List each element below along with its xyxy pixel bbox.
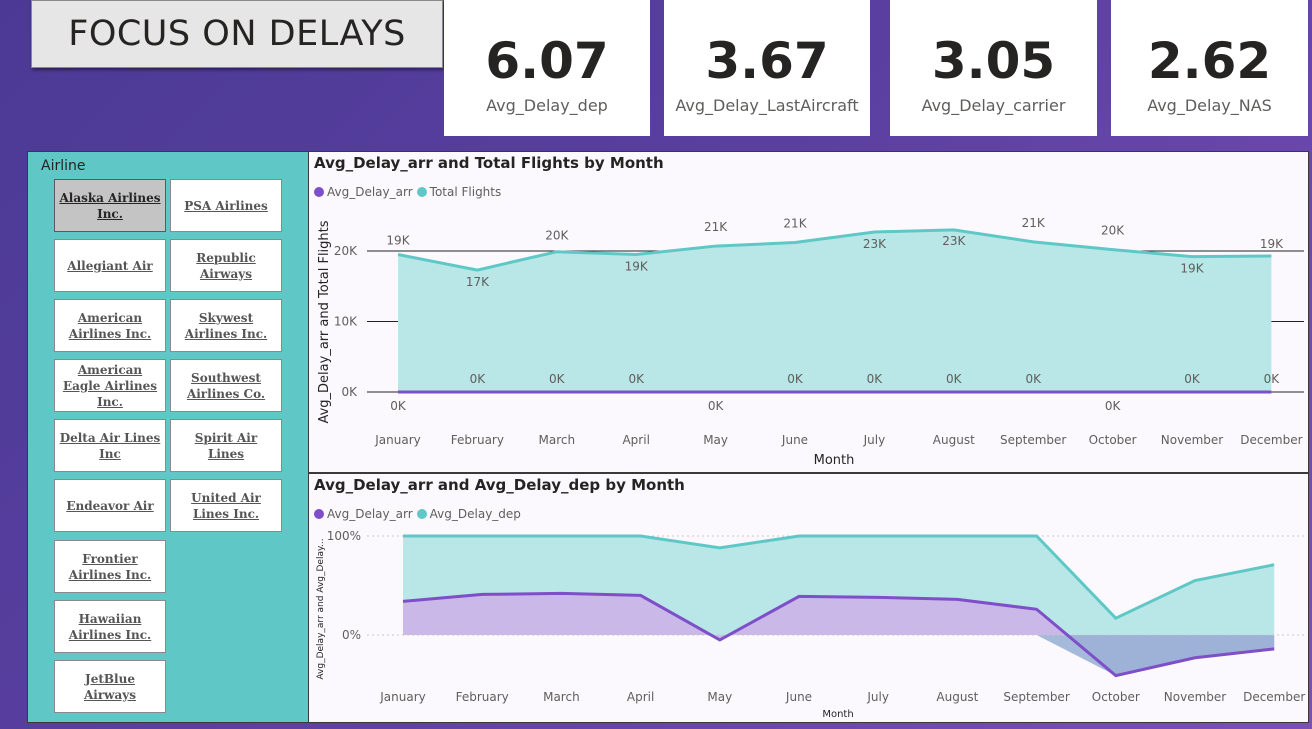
x-tick-label: June xyxy=(781,433,808,447)
kpi-value: 6.07 xyxy=(485,32,609,90)
x-tick-label: March xyxy=(543,690,580,704)
airline-button-american-eagle[interactable]: American Eagle Airlines Inc. xyxy=(54,359,166,412)
kpi-label: Avg_Delay_dep xyxy=(486,96,608,115)
chart-plot: 0K 10K 20K 19K 17K 20K 19K 21K 21K 23K 23K 21K 20K 19… xyxy=(317,216,1304,468)
airline-button-american[interactable]: American Airlines Inc. xyxy=(54,299,166,352)
total-flights-data-label: 20K xyxy=(545,229,569,243)
x-tick-label: May xyxy=(703,433,728,447)
avg-delay-arr-data-label: 0K xyxy=(708,399,725,413)
airline-button-frontier[interactable]: Frontier Airlines Inc. xyxy=(54,540,166,593)
avg-delay-arr-data-label: 0K xyxy=(1105,399,1122,413)
avg-delay-arr-data-label: 0K xyxy=(470,372,487,386)
kpi-label: Avg_Delay_carrier xyxy=(921,96,1066,115)
kpi-card-avg-delay-lastaircraft: 3.67 Avg_Delay_LastAircraft xyxy=(664,0,870,136)
y-tick-label: 0% xyxy=(342,628,361,642)
total-flights-data-label: 21K xyxy=(704,220,728,234)
kpi-card-avg-delay-dep: 6.07 Avg_Delay_dep xyxy=(444,0,650,136)
x-tick-label: May xyxy=(707,690,732,704)
total-flights-data-label: 19K xyxy=(1260,237,1284,251)
avg-delay-arr-data-label: 0K xyxy=(946,372,963,386)
x-tick-label: January xyxy=(379,690,426,704)
flights-by-month-chart: Avg_Delay_arr and Total Flights by Month… xyxy=(308,151,1309,473)
y-tick-label: 0K xyxy=(341,385,358,399)
x-tick-label: February xyxy=(456,690,509,704)
kpi-card-avg-delay-carrier: 3.05 Avg_Delay_carrier xyxy=(890,0,1097,136)
airline-button-republic[interactable]: Republic Airways xyxy=(170,239,282,292)
airline-button-jetblue[interactable]: JetBlue Airways xyxy=(54,660,166,713)
avg-delay-arr-data-label: 0K xyxy=(1264,372,1281,386)
total-flights-data-label: 23K xyxy=(942,234,966,248)
kpi-value: 3.67 xyxy=(705,32,829,90)
airline-button-spirit[interactable]: Spirit Air Lines xyxy=(170,419,282,472)
x-tick-label: December xyxy=(1243,690,1305,704)
x-tick-label: September xyxy=(1000,433,1066,447)
avg-delay-arr-data-label: 0K xyxy=(867,372,884,386)
kpi-label: Avg_Delay_LastAircraft xyxy=(675,96,859,115)
total-flights-data-label: 23K xyxy=(863,237,887,251)
y-axis-title: Avg_Delay_arr and Avg_Delay... xyxy=(316,538,326,679)
total-flights-area xyxy=(398,229,1272,392)
total-flights-data-label: 19K xyxy=(386,234,410,248)
kpi-label: Avg_Delay_NAS xyxy=(1147,96,1272,115)
total-flights-data-label: 19K xyxy=(625,260,649,274)
x-axis-title: Month xyxy=(814,453,855,468)
x-tick-label: April xyxy=(622,433,649,447)
x-tick-label: October xyxy=(1092,690,1140,704)
chart-plot: 100% 0% January February March April May June Ju… xyxy=(316,529,1305,720)
slicer-title: Airline xyxy=(41,158,86,174)
x-tick-label: August xyxy=(936,690,978,704)
y-tick-label: 10K xyxy=(334,315,358,329)
airline-button-hawaiian[interactable]: Hawaiian Airlines Inc. xyxy=(54,600,166,653)
airline-button-allegiant[interactable]: Allegiant Air xyxy=(54,239,166,292)
y-axis-title: Avg_Delay_arr and Total Flights xyxy=(317,220,332,423)
x-tick-label: October xyxy=(1089,433,1137,447)
airline-button-southwest[interactable]: Southwest Airlines Co. xyxy=(170,359,282,412)
x-tick-label: December xyxy=(1240,433,1302,447)
total-flights-data-label: 21K xyxy=(783,217,807,231)
dashboard-title: FOCUS ON DELAYS xyxy=(31,0,443,68)
airline-button-psa[interactable]: PSA Airlines xyxy=(170,179,282,232)
airline-button-endeavor[interactable]: Endeavor Air xyxy=(54,479,166,532)
x-tick-label: July xyxy=(863,433,886,447)
airline-button-united[interactable]: United Air Lines Inc. xyxy=(170,479,282,532)
x-tick-label: February xyxy=(451,433,504,447)
x-tick-label: March xyxy=(539,433,576,447)
y-tick-label: 20K xyxy=(334,244,358,258)
avg-delay-arr-data-label: 0K xyxy=(1025,372,1042,386)
delay-arr-dep-chart: Avg_Delay_arr and Avg_Delay_dep by Month… xyxy=(308,473,1309,723)
airline-button-alaska[interactable]: Alaska Airlines Inc. xyxy=(54,179,166,232)
y-tick-label: 100% xyxy=(327,529,361,543)
kpi-card-avg-delay-nas: 2.62 Avg_Delay_NAS xyxy=(1111,0,1308,136)
kpi-value: 3.05 xyxy=(931,32,1056,90)
x-tick-label: January xyxy=(374,433,421,447)
total-flights-data-label: 21K xyxy=(1022,216,1046,230)
x-tick-label: July xyxy=(866,690,889,704)
total-flights-data-label: 19K xyxy=(1180,262,1204,276)
x-axis-title: Month xyxy=(822,709,853,720)
x-tick-label: November xyxy=(1164,690,1226,704)
airline-button-skywest[interactable]: Skywest Airlines Inc. xyxy=(170,299,282,352)
avg-delay-arr-data-label: 0K xyxy=(390,399,407,413)
x-tick-label: September xyxy=(1003,690,1069,704)
x-tick-label: April xyxy=(627,690,654,704)
total-flights-data-label: 20K xyxy=(1101,224,1125,238)
negative-delay-area xyxy=(1036,635,1275,676)
x-tick-label: June xyxy=(785,690,812,704)
kpi-value: 2.62 xyxy=(1147,32,1272,90)
avg-delay-arr-data-label: 0K xyxy=(628,372,645,386)
total-flights-data-label: 17K xyxy=(466,275,490,289)
avg-delay-arr-data-label: 0K xyxy=(549,372,566,386)
airline-slicer: Airline Alaska Airlines Inc. PSA Airline… xyxy=(27,151,309,723)
airline-button-delta[interactable]: Delta Air Lines Inc xyxy=(54,419,166,472)
avg-delay-arr-data-label: 0K xyxy=(1184,372,1201,386)
avg-delay-arr-data-label: 0K xyxy=(787,372,804,386)
x-tick-label: November xyxy=(1161,433,1223,447)
x-tick-label: August xyxy=(933,433,975,447)
